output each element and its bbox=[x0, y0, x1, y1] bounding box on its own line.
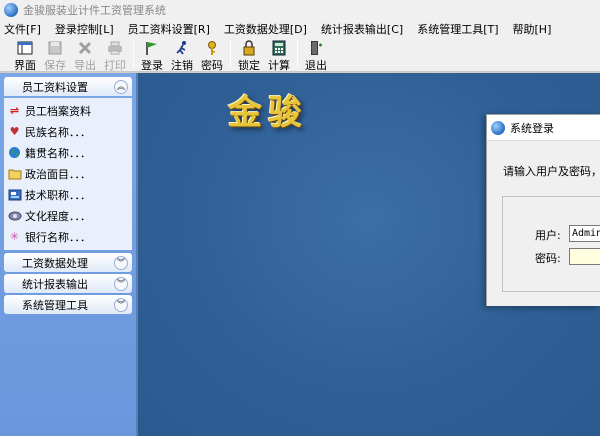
toolbar-save-label: 保存 bbox=[44, 59, 66, 72]
menu-report-output[interactable]: 统计报表输出[C] bbox=[321, 21, 403, 37]
sidebar-item-native-place[interactable]: 籍贯名称．．． bbox=[7, 142, 132, 163]
sidebar-group-title: 员工资料设置 bbox=[22, 80, 88, 94]
chevron-down-icon[interactable]: ︾ bbox=[114, 255, 128, 270]
folder-icon bbox=[7, 167, 22, 180]
toolbar-login-label: 登录 bbox=[141, 59, 163, 72]
toolbar-save-button[interactable]: 保存 bbox=[40, 40, 70, 73]
menu-wage-processing[interactable]: 工资数据处理[D] bbox=[224, 21, 307, 37]
login-dialog-title: 系统登录 bbox=[510, 121, 554, 135]
bank-icon: ✳ bbox=[9, 230, 20, 243]
title-bar: 金骏服装业计件工资管理系统 bbox=[0, 0, 600, 20]
sidebar-item-employee-records[interactable]: ⇌ 员工档案资料 bbox=[7, 100, 132, 121]
sidebar-item-education[interactable]: 文化程度．．． bbox=[7, 205, 132, 226]
menu-help[interactable]: 帮助[H] bbox=[513, 21, 552, 37]
user-input[interactable]: Admin bbox=[569, 225, 600, 242]
login-prompt: 请输入用户及密码， bbox=[503, 165, 600, 178]
key-icon bbox=[204, 40, 220, 56]
sidebar-item-label: 技术职称．．． bbox=[25, 188, 91, 202]
sidebar-item-label: 籍贯名称．．． bbox=[25, 146, 91, 160]
toolbar-exit-label: 退出 bbox=[305, 59, 327, 72]
menu-file[interactable]: 文件[F] bbox=[4, 21, 41, 37]
sidebar-item-political-status[interactable]: 政治面目．．． bbox=[7, 163, 132, 184]
sidebar-item-label: 政治面目．．． bbox=[25, 167, 91, 181]
toolbar-layout-label: 界面 bbox=[14, 59, 36, 72]
sidebar-group-title: 统计报表输出 bbox=[22, 277, 88, 291]
toolbar-separator bbox=[133, 40, 134, 68]
sidebar-item-label: 文化程度．．． bbox=[25, 209, 91, 223]
exit-door-icon bbox=[308, 40, 324, 56]
sidebar-item-technical-title[interactable]: 技术职称．．． bbox=[7, 184, 132, 205]
password-input[interactable] bbox=[569, 248, 600, 265]
toolbar-export-button[interactable]: 导出 bbox=[70, 40, 100, 73]
sidebar-group-wage-processing[interactable]: 工资数据处理 ︾ bbox=[4, 253, 132, 272]
logout-runner-icon bbox=[174, 40, 190, 56]
heart-icon: ♥ bbox=[9, 125, 20, 138]
sidebar-item-ethnicity[interactable]: ♥ 民族名称．．． bbox=[7, 121, 132, 142]
app-logo-icon bbox=[4, 3, 18, 17]
print-icon bbox=[107, 40, 123, 56]
toolbar-logout-button[interactable]: 注销 bbox=[167, 40, 197, 73]
sidebar: 员工资料设置 ︽ ⇌ 员工档案资料 ♥ 民族名称．．． 籍贯名称．．． 政治面目… bbox=[0, 73, 136, 436]
globe-icon bbox=[7, 146, 22, 159]
toolbar-logout-label: 注销 bbox=[171, 59, 193, 72]
toolbar-layout-button[interactable]: 界面 bbox=[10, 40, 40, 73]
chevron-down-icon[interactable]: ︾ bbox=[114, 276, 128, 291]
save-icon bbox=[47, 40, 63, 56]
toolbar-calculate-label: 计算 bbox=[268, 59, 290, 72]
chevron-up-icon[interactable]: ︽ bbox=[114, 79, 128, 94]
user-label: 用户: bbox=[535, 229, 561, 242]
toolbar-separator bbox=[230, 40, 231, 68]
chevron-down-icon[interactable]: ︾ bbox=[114, 297, 128, 312]
sidebar-item-label: 民族名称．．． bbox=[25, 125, 91, 139]
toolbar-password-label: 密码 bbox=[201, 59, 223, 72]
password-label: 密码: bbox=[535, 252, 561, 265]
sidebar-item-bank[interactable]: ✳ 银行名称．．． bbox=[7, 226, 132, 247]
export-icon bbox=[77, 40, 93, 56]
toolbar-login-button[interactable]: 登录 bbox=[137, 40, 167, 73]
login-dialog-titlebar[interactable]: 系统登录 bbox=[487, 115, 600, 141]
toolbar-calculate-button[interactable]: 计算 bbox=[264, 40, 294, 73]
login-flag-icon bbox=[144, 40, 160, 56]
toolbar-print-button[interactable]: 打印 bbox=[100, 40, 130, 73]
menu-bar: 文件[F] 登录控制[L] 员工资料设置[R] 工资数据处理[D] 统计报表输出… bbox=[0, 20, 600, 38]
layout-icon bbox=[17, 40, 33, 56]
menu-system-tools[interactable]: 系统管理工具[T] bbox=[417, 21, 498, 37]
lock-icon bbox=[241, 40, 257, 56]
toolbar-separator bbox=[297, 40, 298, 68]
sidebar-item-label: 员工档案资料 bbox=[25, 104, 91, 118]
sidebar-item-label: 银行名称．．． bbox=[25, 230, 91, 244]
education-icon bbox=[7, 209, 22, 222]
toolbar-password-button[interactable]: 密码 bbox=[197, 40, 227, 73]
sidebar-group-title: 系统管理工具 bbox=[22, 298, 88, 312]
menu-employee-settings[interactable]: 员工资料设置[R] bbox=[128, 21, 210, 37]
toolbar-lock-button[interactable]: 锁定 bbox=[234, 40, 264, 73]
sidebar-group-employee-settings[interactable]: 员工资料设置 ︽ bbox=[4, 77, 132, 96]
toolbar-print-label: 打印 bbox=[104, 59, 126, 72]
sidebar-group-system-tools[interactable]: 系统管理工具 ︾ bbox=[4, 295, 132, 314]
login-credentials-frame bbox=[502, 196, 600, 292]
toolbar-lock-label: 锁定 bbox=[238, 59, 260, 72]
app-logo-icon bbox=[491, 120, 505, 135]
brand-logo-text: 金骏 bbox=[228, 93, 308, 133]
employee-record-icon: ⇌ bbox=[9, 104, 20, 117]
toolbar-export-label: 导出 bbox=[74, 59, 96, 72]
sidebar-group-report-output[interactable]: 统计报表输出 ︾ bbox=[4, 274, 132, 293]
calculator-icon bbox=[271, 40, 287, 56]
sidebar-group-title: 工资数据处理 bbox=[22, 256, 88, 270]
toolbar-exit-button[interactable]: 退出 bbox=[301, 40, 331, 73]
menu-login-control[interactable]: 登录控制[L] bbox=[55, 21, 114, 37]
login-dialog: 系统登录 请输入用户及密码， 用户: Admin 密码: bbox=[486, 114, 600, 306]
certificate-icon bbox=[7, 188, 22, 201]
toolbar: 界面 保存 导出 打印 登录 注销 密码 锁定 计算 退出 bbox=[0, 38, 600, 72]
sidebar-group-body: ⇌ 员工档案资料 ♥ 民族名称．．． 籍贯名称．．． 政治面目．．． 技术职称．… bbox=[4, 98, 132, 250]
window-title: 金骏服装业计件工资管理系统 bbox=[23, 4, 166, 17]
